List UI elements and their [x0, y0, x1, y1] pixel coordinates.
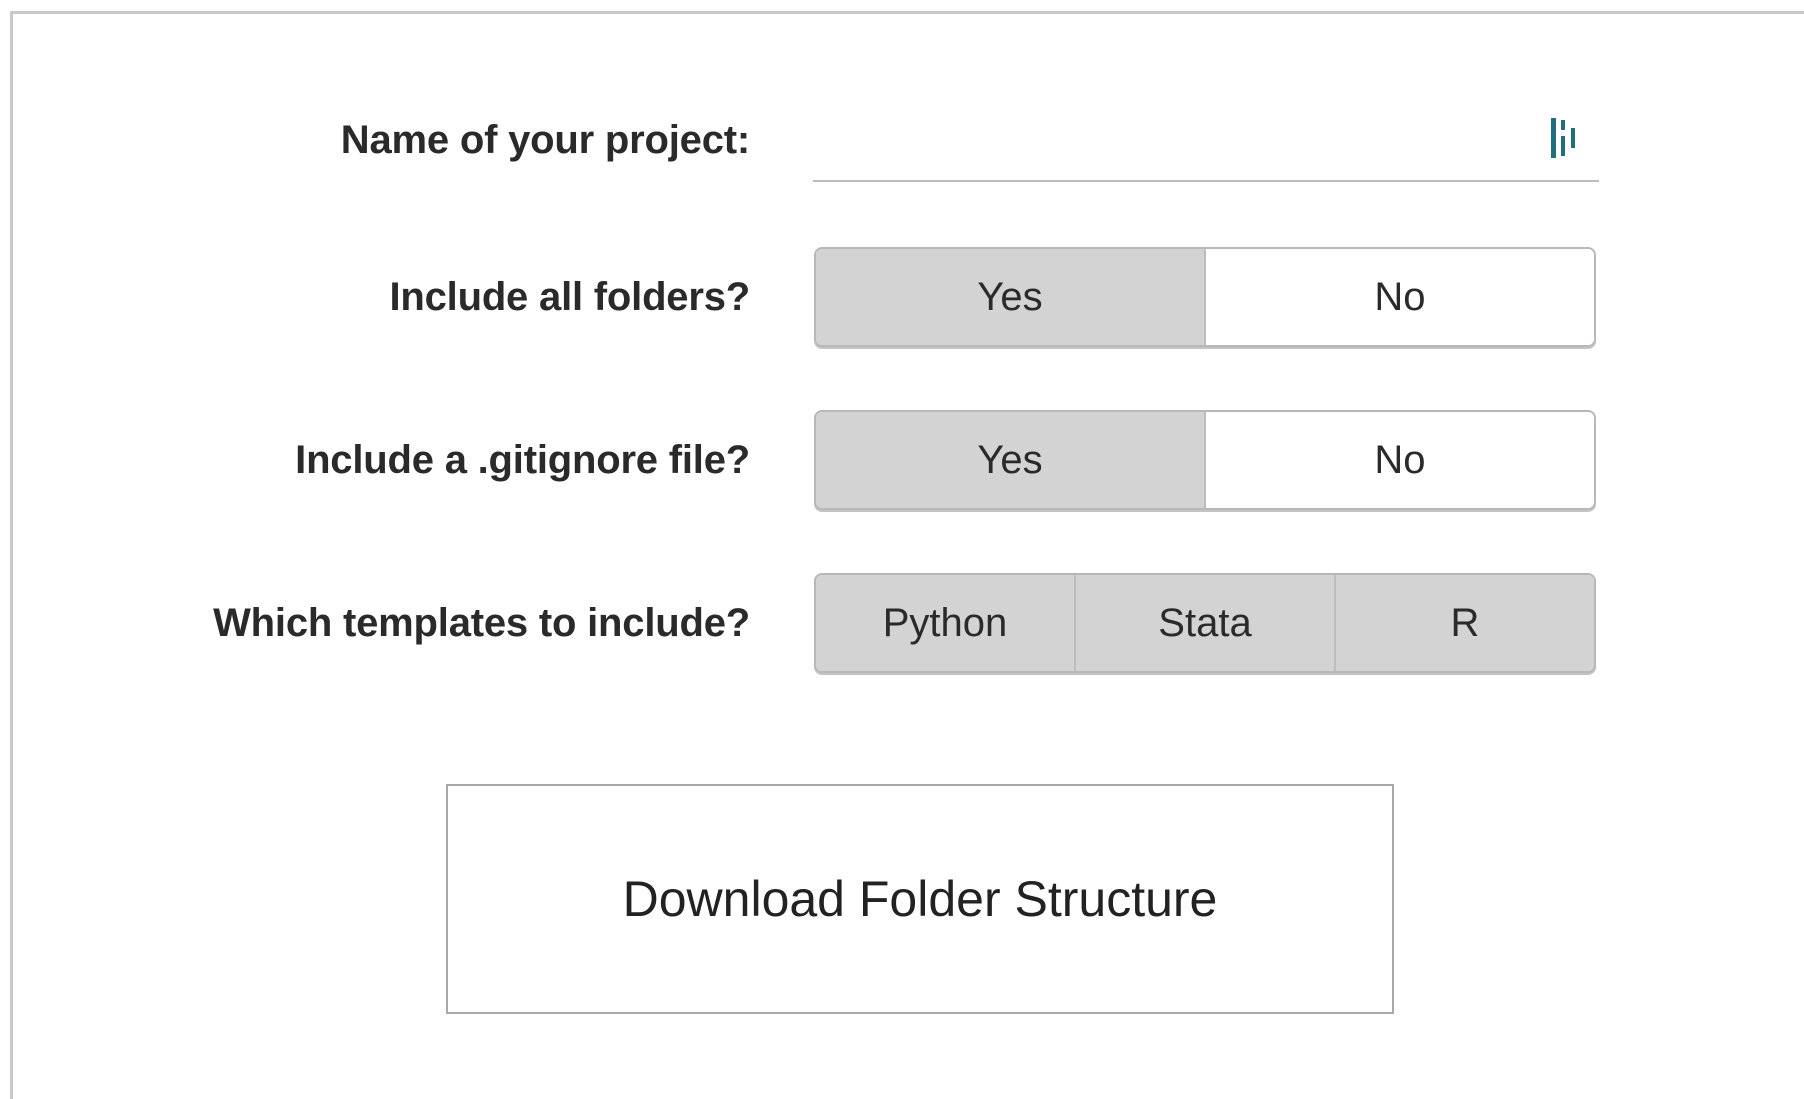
include-gitignore-no[interactable]: No — [1204, 412, 1594, 508]
include-gitignore-label: Include a .gitignore file? — [295, 438, 750, 482]
project-name-input[interactable] — [813, 96, 1533, 176]
project-name-label: Name of your project: — [340, 118, 750, 162]
password-manager-icon[interactable] — [1549, 116, 1585, 160]
templates-toggle: Python Stata R — [814, 573, 1596, 673]
include-gitignore-yes[interactable]: Yes — [816, 412, 1204, 508]
template-python[interactable]: Python — [816, 575, 1074, 671]
template-stata[interactable]: Stata — [1074, 575, 1334, 671]
include-gitignore-toggle: Yes No — [814, 410, 1596, 510]
include-folders-yes[interactable]: Yes — [816, 249, 1204, 345]
templates-label: Which templates to include? — [213, 601, 750, 645]
template-r[interactable]: R — [1334, 575, 1594, 671]
download-folder-structure-button[interactable]: Download Folder Structure — [446, 784, 1394, 1014]
include-folders-label: Include all folders? — [389, 275, 750, 319]
project-name-field — [813, 96, 1599, 182]
include-folders-no[interactable]: No — [1204, 249, 1594, 345]
include-folders-toggle: Yes No — [814, 247, 1596, 347]
